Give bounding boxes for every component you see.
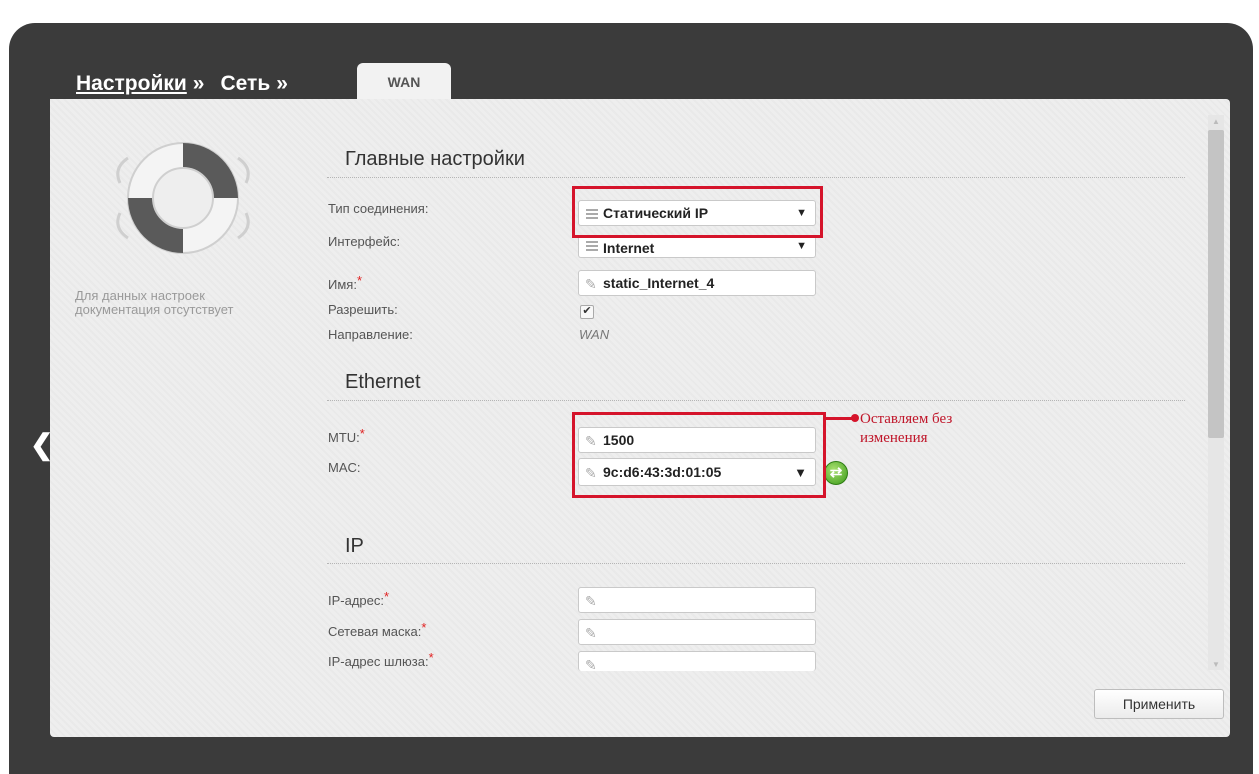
refresh-icon[interactable]: ⇄ [824,461,848,485]
required-mark: * [359,426,365,441]
section-ethernet-title: Ethernet [345,371,421,393]
annotation-dot [851,414,859,422]
conn-type-select[interactable]: Статический IP ▼ [578,200,816,226]
section-divider [327,177,1185,178]
direction-value: WAN [579,327,610,342]
apply-button[interactable]: Применить [1094,689,1224,719]
list-icon [586,241,598,251]
section-divider [327,400,1185,401]
scrollbar-thumb[interactable] [1208,130,1224,438]
caret-down-icon: ▼ [796,240,807,252]
netmask-input[interactable]: ✎ [578,619,816,645]
interface-select[interactable]: Internet ▼ [578,236,816,258]
pencil-icon: ✎ [585,657,597,673]
chevron-left-icon[interactable]: ❮ [30,428,53,461]
annotation-text: Оставляем без изменения [860,411,953,446]
section-main-title: Главные настройки [345,148,525,170]
scroll-up-arrow-icon[interactable]: ▲ [1208,115,1224,129]
name-value: static_Internet_4 [603,275,715,291]
breadcrumb-network[interactable]: Сеть [220,72,270,96]
gateway-input[interactable]: ✎ [578,651,816,673]
caret-down-icon: ▼ [794,465,807,480]
name-label: Имя:* [328,273,362,292]
gateway-label: IP-адрес шлюза:* [328,650,434,669]
interface-value: Internet [603,240,655,256]
pencil-icon: ✎ [585,625,597,641]
tab-wan[interactable]: WAN [357,63,451,99]
list-icon [586,209,598,219]
mtu-input[interactable]: ✎ 1500 [578,427,816,453]
name-label-text: Имя: [328,277,357,292]
section-ip-title: IP [345,535,364,557]
pencil-icon: ✎ [585,433,597,449]
netmask-label-text: Сетевая маска: [328,624,422,639]
mtu-value: 1500 [603,432,635,448]
mtu-label-text: MTU: [328,430,360,445]
ip-address-input[interactable]: ✎ [578,587,816,613]
required-mark: * [421,620,427,635]
breadcrumb-settings-link[interactable]: Настройки [76,72,187,96]
mtu-label: MTU:* [328,426,365,445]
pencil-icon: ✎ [585,276,597,292]
pencil-icon: ✎ [585,593,597,609]
section-divider [327,563,1185,564]
caret-down-icon: ▼ [796,207,807,219]
scroll-down-arrow-icon[interactable]: ▼ [1208,658,1224,672]
required-mark: * [428,650,434,665]
ip-address-label-text: IP-адрес: [328,593,384,608]
netmask-label: Сетевая маска:* [328,620,426,639]
conn-type-label: Тип соединения: [328,201,429,216]
breadcrumb-separator: » [192,72,205,95]
mac-label: MAC: [328,460,361,475]
lifebuoy-icon [116,142,250,254]
pencil-icon: ✎ [585,465,597,481]
direction-label: Направление: [328,327,413,342]
breadcrumb: Настройки » Сеть » [76,66,304,96]
enable-label: Разрешить: [328,302,398,317]
interface-label: Интерфейс: [328,234,401,249]
required-mark: * [384,589,390,604]
required-mark: * [356,273,362,288]
name-input[interactable]: ✎ static_Internet_4 [578,270,816,296]
conn-type-value: Статический IP [603,205,709,221]
ip-address-label: IP-адрес:* [328,589,389,608]
enable-checkbox[interactable]: ✔ [580,305,594,319]
help-text: Для данных настроек документация отсутст… [75,288,234,317]
breadcrumb-separator: » [276,72,288,95]
gateway-label-text: IP-адрес шлюза: [328,654,429,669]
mac-select[interactable]: ✎ 9c:d6:43:3d:01:05 ▼ [578,458,816,486]
mac-value: 9c:d6:43:3d:01:05 [603,464,722,480]
